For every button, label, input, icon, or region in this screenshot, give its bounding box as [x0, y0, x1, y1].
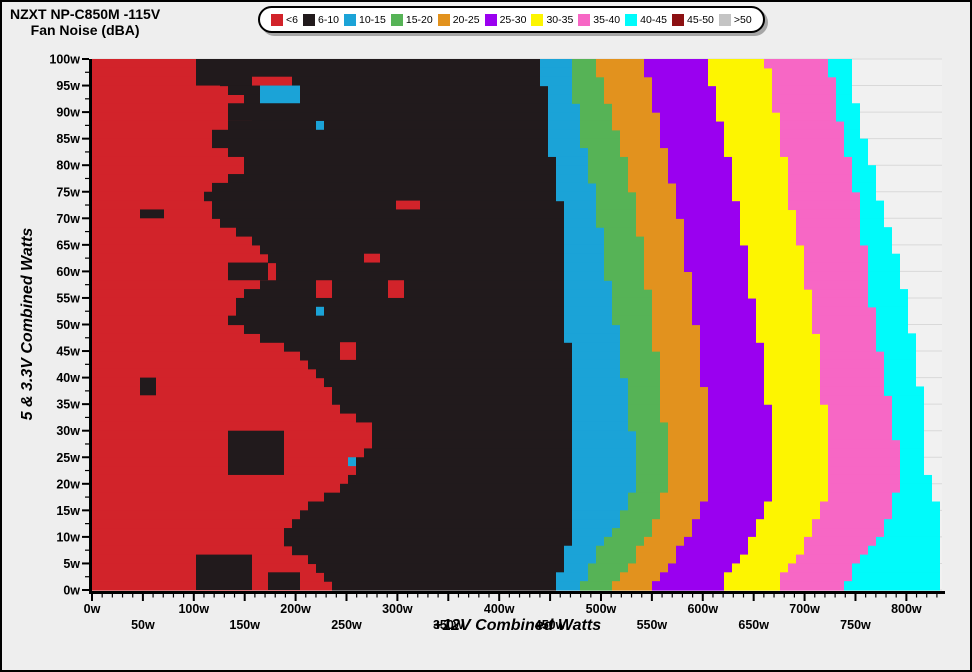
y-tick-label: 5w — [63, 557, 80, 571]
y-tick-label: 70w — [56, 212, 80, 226]
x-tick-label: 300w — [382, 602, 413, 616]
y-tick-label: 15w — [56, 504, 80, 518]
x-tick-label: 200w — [280, 602, 311, 616]
x-tick-label: 600w — [687, 602, 718, 616]
y-tick-label: 35w — [56, 398, 80, 412]
x-tick-label: 250w — [331, 618, 362, 632]
x-tick-label: 100w — [178, 602, 209, 616]
chart-canvas: 0w50w100w150w200w250w300w350w400w450w500… — [2, 2, 972, 672]
y-tick-label: 45w — [56, 345, 80, 359]
x-tick-label: 800w — [891, 602, 922, 616]
y-tick-label: 75w — [56, 185, 80, 199]
y-axis-title: 5 & 3.3V Combined Watts — [19, 194, 39, 454]
y-tick-label: 30w — [56, 424, 80, 438]
x-tick-label: 500w — [586, 602, 617, 616]
chart-window: NZXT NP-C850M -115V Fan Noise (dBA) <66-… — [0, 0, 972, 672]
y-tick-label: 90w — [56, 106, 80, 120]
y-tick-label: 85w — [56, 132, 80, 146]
y-tick-label: 60w — [56, 265, 80, 279]
y-tick-label: 65w — [56, 238, 80, 252]
y-tick-label: 40w — [56, 371, 80, 385]
y-tick-label: 55w — [56, 291, 80, 305]
y-tick-label: 20w — [56, 477, 80, 491]
y-tick-label: 100w — [49, 53, 80, 67]
y-tick-label: 80w — [56, 159, 80, 173]
y-tick-label: 10w — [56, 530, 80, 544]
y-tick-label: 50w — [56, 318, 80, 332]
x-tick-label: 700w — [789, 602, 820, 616]
x-tick-label: 50w — [131, 618, 155, 632]
x-tick-label: 150w — [229, 618, 260, 632]
x-tick-label: 400w — [484, 602, 515, 616]
y-tick-label: 95w — [56, 79, 80, 93]
x-tick-label: 750w — [840, 618, 871, 632]
y-tick-label: 0w — [63, 584, 80, 598]
x-axis-title: +12V Combined Watts — [367, 617, 667, 635]
x-tick-label: 0w — [84, 602, 101, 616]
x-tick-label: 650w — [738, 618, 769, 632]
y-tick-label: 25w — [56, 451, 80, 465]
